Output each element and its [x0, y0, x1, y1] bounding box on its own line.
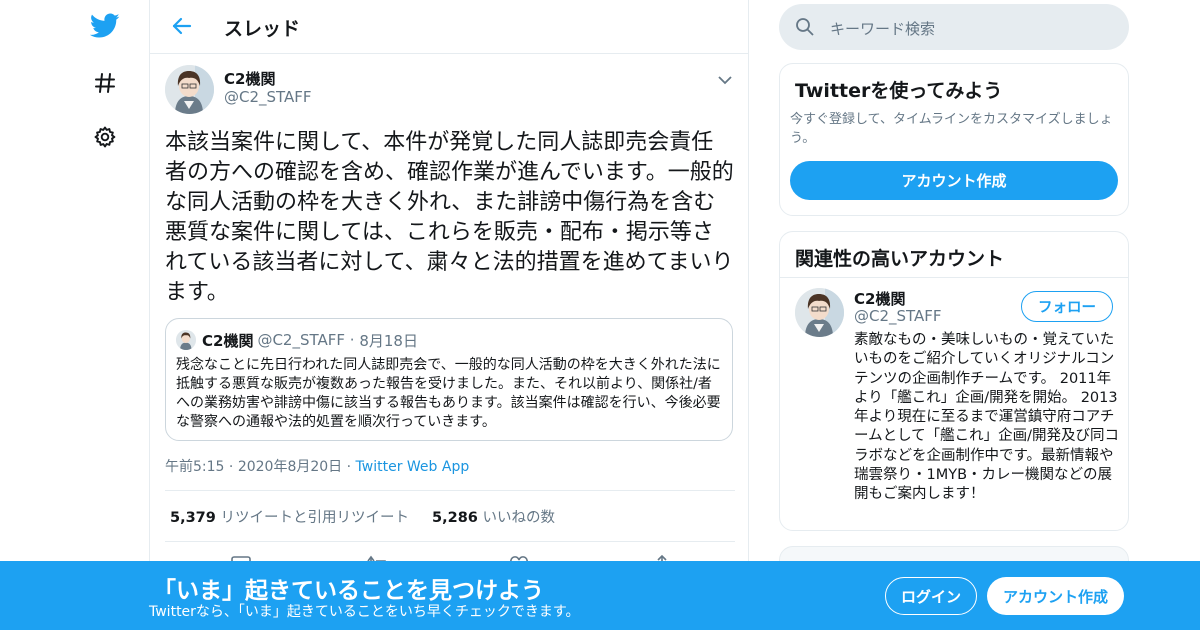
quoted-author-handle: @C2_STAFF [257, 331, 346, 349]
tweet-time[interactable]: 午前5:15 [165, 459, 224, 475]
avatar [176, 330, 196, 350]
tweet-date[interactable]: 2020年8月20日 [238, 459, 342, 475]
related-account-handle[interactable]: @C2_STAFF [854, 307, 942, 325]
divider [165, 541, 735, 542]
quoted-date: 8月18日 [359, 331, 418, 350]
like-count[interactable]: 5,286 [432, 510, 478, 526]
divider [780, 277, 1128, 278]
left-nav [0, 0, 150, 630]
related-account-bio: 素敵なもの・美味しいもの・覚えていたいものをご紹介していくオリジナルコンテンツの… [854, 332, 1120, 503]
divider [165, 490, 735, 491]
thread-column: スレッド C2機関 @C2_STAFF 本該当案件に関して、本件が発覚した同人誌… [149, 0, 749, 630]
author-handle[interactable]: @C2_STAFF [224, 88, 312, 106]
retweet-label[interactable]: リツイートと引用リツイート [220, 510, 409, 526]
retweet-count[interactable]: 5,379 [170, 510, 216, 526]
quoted-tweet[interactable]: C2機関 @C2_STAFF · 8月18日 残念なことに先日行われた同人誌即売… [165, 318, 733, 441]
tweet-meta: 午前5:15 · 2020年8月20日 · Twitter Web App [165, 456, 469, 476]
dot-separator: · [346, 459, 356, 475]
avatar[interactable] [795, 288, 844, 337]
quoted-author-name: C2機関 [202, 331, 254, 350]
twitter-bird-icon[interactable] [88, 9, 122, 43]
like-label[interactable]: いいねの数 [483, 510, 556, 526]
hashtag-icon[interactable] [88, 66, 122, 100]
quoted-tweet-header: C2機関 @C2_STAFF · 8月18日 [176, 329, 722, 351]
quoted-tweet-text: 残念なことに先日行われた同人誌即売会で、一般的な同人活動の枠を大きく外れた法に抵… [176, 357, 721, 430]
chevron-down-icon[interactable] [718, 70, 732, 89]
search-input[interactable]: キーワード検索 [830, 18, 935, 39]
create-account-button[interactable]: アカウント作成 [790, 161, 1118, 200]
signup-card-description: 今すぐ登録して、タイムラインをカスタマイズしましょう。 [790, 112, 1113, 146]
tweet-text: 本該当案件に関して、本件が発覚した同人誌即売会責任者の方への確認を含め、確認作業… [165, 130, 734, 305]
related-accounts-title: 関連性の高いアカウント [795, 248, 1005, 270]
signup-card: Twitterを使ってみよう 今すぐ登録して、タイムラインをカスタマイズしましょ… [779, 63, 1129, 216]
tweet-stats: 5,379 リツイートと引用リツイート 5,286 いいねの数 [170, 506, 555, 527]
related-accounts-card: 関連性の高いアカウント C2機関 @C2_STAFF フォロー 素敵なもの・美味… [779, 231, 1129, 531]
avatar[interactable] [165, 65, 214, 114]
bottom-signup-bar: 「いま」起きていることを見つけよう Twitterなら、「いま」起きていることを… [0, 561, 1200, 630]
back-arrow-icon[interactable] [168, 12, 196, 40]
bottom-bar-title: 「いま」起きていることを見つけよう [153, 578, 544, 604]
follow-button[interactable]: フォロー [1021, 291, 1113, 322]
dot-separator: · [345, 331, 360, 349]
gear-icon[interactable] [88, 120, 122, 154]
login-button[interactable]: ログイン [885, 577, 977, 615]
dot-separator: · [228, 459, 238, 475]
signup-button[interactable]: アカウント作成 [987, 577, 1124, 615]
related-account-name[interactable]: C2機関 [854, 288, 905, 309]
tweet-source[interactable]: Twitter Web App [356, 459, 470, 475]
thread-header: スレッド [150, 0, 748, 54]
search-bar[interactable]: キーワード検索 [779, 4, 1129, 50]
search-icon [795, 17, 815, 41]
page-title: スレッド [224, 18, 301, 40]
bottom-bar-subtitle: Twitterなら、「いま」起きていることをいち早くチェックできます。 [149, 604, 580, 620]
author-name[interactable]: C2機関 [224, 68, 275, 89]
signup-card-title: Twitterを使ってみよう [795, 80, 1003, 102]
